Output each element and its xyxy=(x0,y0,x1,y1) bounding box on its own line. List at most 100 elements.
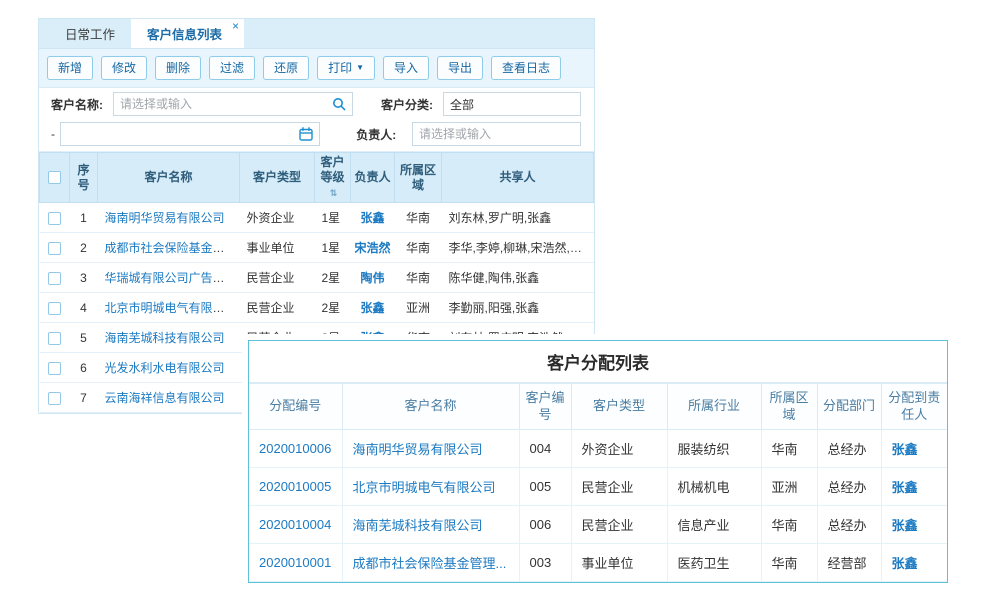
row-no: 1 xyxy=(70,203,98,233)
customer-name-link[interactable]: 成都市社会保险基金管理... xyxy=(105,241,240,255)
delete-button[interactable]: 删除 xyxy=(155,56,201,80)
region: 华南 xyxy=(761,430,817,468)
owner-link[interactable]: 陶伟 xyxy=(360,271,384,285)
alloc-no-link[interactable]: 2020010004 xyxy=(259,517,331,532)
table-row: 1 海南明华贸易有限公司 外资企业 1星 张鑫 华南 刘东林,罗广明,张鑫 xyxy=(40,203,594,233)
owner-link[interactable]: 张鑫 xyxy=(360,211,384,225)
row-no: 6 xyxy=(70,353,98,383)
row-checkbox[interactable] xyxy=(48,332,61,345)
add-button[interactable]: 新增 xyxy=(47,56,93,80)
assignee-link[interactable]: 张鑫 xyxy=(892,442,918,457)
col-customer-name: 客户名称 xyxy=(342,384,519,430)
alloc-no-link[interactable]: 2020010001 xyxy=(259,555,331,570)
col-region: 所属区域 xyxy=(395,153,442,203)
col-customer-name: 客户名称 xyxy=(98,153,240,203)
shared-names: 李勤丽,阳强,张鑫 xyxy=(442,293,594,323)
assignee-link[interactable]: 张鑫 xyxy=(892,518,918,533)
col-customer-no: 客户编号 xyxy=(519,384,571,430)
col-alloc-no: 分配编号 xyxy=(249,384,342,430)
shared-names: 李华,李婷,柳琳,宋浩然,张鑫 xyxy=(442,233,594,263)
customer-name-input[interactable] xyxy=(120,97,328,111)
row-checkbox[interactable] xyxy=(48,212,61,225)
region: 华南 xyxy=(761,506,817,544)
owner-input[interactable] xyxy=(419,127,574,141)
edit-button[interactable]: 修改 xyxy=(101,56,147,80)
customer-name-link[interactable]: 华瑞城有限公司广告设计部 xyxy=(105,271,240,285)
customer-name-link[interactable]: 海南明华贸易有限公司 xyxy=(105,211,225,225)
customer-type: 外资企业 xyxy=(571,430,667,468)
col-region: 所属区域 xyxy=(761,384,817,430)
customer-name-link[interactable]: 北京市明城电气有限公司 xyxy=(353,480,496,495)
customer-type: 事业单位 xyxy=(240,233,315,263)
row-checkbox[interactable] xyxy=(48,392,61,405)
row-checkbox[interactable] xyxy=(48,242,61,255)
print-button[interactable]: 打印 ▼ xyxy=(317,56,375,80)
customer-level: 1星 xyxy=(315,203,351,233)
col-customer-type: 客户类型 xyxy=(240,153,315,203)
customer-name-link[interactable]: 成都市社会保险基金管理... xyxy=(353,556,507,571)
table-row: 3 华瑞城有限公司广告设计部 民营企业 2星 陶伟 华南 陈华健,陶伟,张鑫 xyxy=(40,263,594,293)
col-owner: 负责人 xyxy=(351,153,395,203)
col-customer-level[interactable]: 客户等级⇅ xyxy=(315,153,351,203)
customer-level: 2星 xyxy=(315,293,351,323)
customer-name-link[interactable]: 北京市明城电气有限公司 xyxy=(105,301,237,315)
filter-button[interactable]: 过滤 xyxy=(209,56,255,80)
row-checkbox[interactable] xyxy=(48,362,61,375)
region: 华南 xyxy=(395,263,442,293)
col-shared: 共享人 xyxy=(442,153,594,203)
assignee-link[interactable]: 张鑫 xyxy=(892,556,918,571)
customer-name-link[interactable]: 光发水利水电有限公司 xyxy=(105,361,225,375)
view-log-button[interactable]: 查看日志 xyxy=(491,56,561,80)
assignee-link[interactable]: 张鑫 xyxy=(892,480,918,495)
owner-link[interactable]: 张鑫 xyxy=(360,301,384,315)
owner-link[interactable]: 宋浩然 xyxy=(354,241,390,255)
toolbar: 新增 修改 删除 过滤 还原 打印 ▼ 导入 导出 查看日志 xyxy=(39,48,594,88)
industry: 机械机电 xyxy=(667,468,761,506)
row-no: 4 xyxy=(70,293,98,323)
select-all-checkbox[interactable] xyxy=(48,171,61,184)
customer-no: 003 xyxy=(519,544,571,582)
alloc-no-link[interactable]: 2020010006 xyxy=(259,441,331,456)
allocation-header-row: 分配编号 客户名称 客户编号 客户类型 所属行业 所属区域 分配部门 分配到责任… xyxy=(249,384,947,430)
region: 亚洲 xyxy=(761,468,817,506)
alloc-no-link[interactable]: 2020010005 xyxy=(259,479,331,494)
customer-type: 事业单位 xyxy=(571,544,667,582)
dept: 总经办 xyxy=(817,468,881,506)
import-button[interactable]: 导入 xyxy=(383,56,429,80)
shared-names: 刘东林,罗广明,张鑫 xyxy=(442,203,594,233)
tab-daily-work[interactable]: 日常工作 xyxy=(49,19,131,48)
date-range-dash: - xyxy=(51,127,60,141)
calendar-icon[interactable] xyxy=(299,127,313,141)
filter-area: 客户名称: 客户分类: 全部 - 负责人: xyxy=(39,88,594,152)
category-select[interactable]: 全部 xyxy=(443,92,581,116)
tab-label: 日常工作 xyxy=(65,24,115,43)
allocation-row: 2020010001 成都市社会保险基金管理... 003 事业单位 医药卫生 … xyxy=(249,544,947,582)
print-label: 打印 xyxy=(328,62,352,74)
category-value: 全部 xyxy=(450,96,474,113)
row-checkbox[interactable] xyxy=(48,302,61,315)
sort-icon[interactable]: ⇅ xyxy=(330,188,338,198)
allocation-title: 客户分配列表 xyxy=(249,341,947,383)
col-dept: 分配部门 xyxy=(817,384,881,430)
customer-name-link[interactable]: 云南海祥信息有限公司 xyxy=(105,391,225,405)
owner-field xyxy=(412,122,581,146)
search-icon[interactable] xyxy=(332,97,346,111)
customer-type: 民营企业 xyxy=(240,293,315,323)
customer-name-link[interactable]: 海南芜城科技有限公司 xyxy=(105,331,225,345)
row-no: 2 xyxy=(70,233,98,263)
customer-name-link[interactable]: 海南明华贸易有限公司 xyxy=(353,442,483,457)
customer-no: 004 xyxy=(519,430,571,468)
export-button[interactable]: 导出 xyxy=(437,56,483,80)
customer-level: 1星 xyxy=(315,233,351,263)
dept: 总经办 xyxy=(817,430,881,468)
date-input[interactable] xyxy=(67,127,295,141)
customer-type: 外资企业 xyxy=(240,203,315,233)
tab-customer-info-list[interactable]: 客户信息列表 × xyxy=(131,19,244,48)
category-label: 客户分类: xyxy=(381,96,443,113)
close-icon[interactable]: × xyxy=(232,20,239,32)
restore-button[interactable]: 还原 xyxy=(263,56,309,80)
customer-type: 民营企业 xyxy=(571,506,667,544)
customer-name-link[interactable]: 海南芜城科技有限公司 xyxy=(353,518,483,533)
region: 亚洲 xyxy=(395,293,442,323)
row-checkbox[interactable] xyxy=(48,272,61,285)
